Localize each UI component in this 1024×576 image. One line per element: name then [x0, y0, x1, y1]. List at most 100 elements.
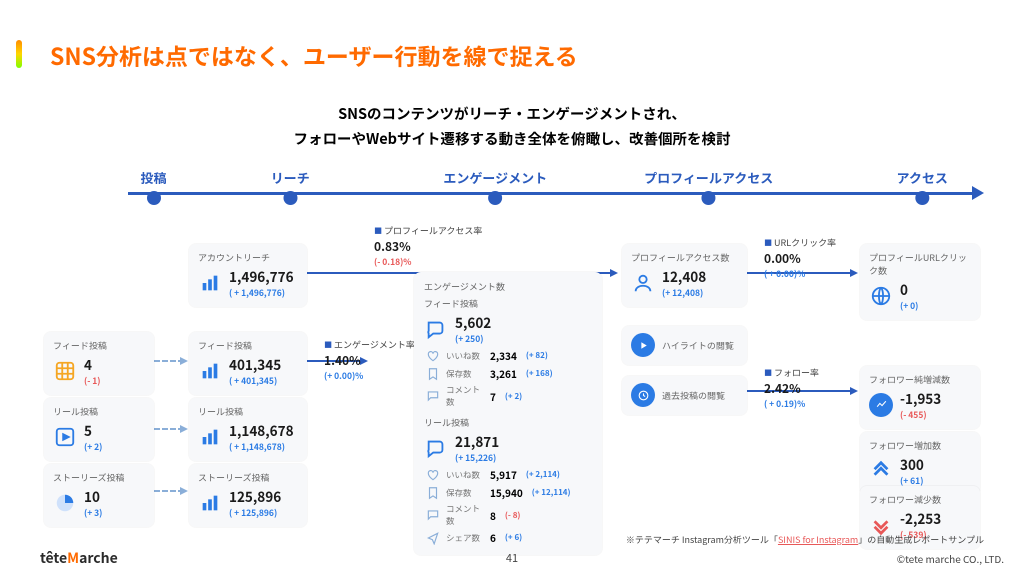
delta: (- 1) [84, 375, 101, 387]
delta: (+ 3) [84, 507, 102, 519]
bar-chart-icon [198, 425, 222, 449]
timeline-dot-icon [702, 191, 716, 205]
trend-icon [869, 393, 893, 417]
timeline-label-access: アクセス [897, 168, 948, 187]
card-title: フォロワー減少数 [869, 493, 971, 506]
sub-value: 2,334 [490, 348, 517, 363]
card-url-click: プロフィールURLクリック数 0(+ 0) [860, 244, 980, 320]
sub-value: 5,917 [490, 467, 517, 482]
clock-circle-icon [631, 383, 655, 407]
rate-value: 1.40% [324, 352, 415, 369]
value: 125,896 [229, 486, 281, 506]
accent-bar [16, 40, 22, 68]
rate-value: 2.42% [764, 380, 819, 397]
heart-icon [426, 349, 440, 363]
value: 12,408 [662, 266, 706, 286]
delta: ( + 125,896) [229, 507, 281, 519]
sub-line-2: フォローやWebサイト遷移する動き全体を俯瞰し、改善個所を検討 [293, 128, 730, 149]
card-feed-post: フィード投稿 4(- 1) [44, 332, 154, 395]
delta: ( + 401,345) [229, 375, 281, 387]
share-icon [426, 531, 440, 545]
card-past-post-view: 過去投稿の閲覧 [622, 376, 747, 415]
subtitle: SNSのコンテンツがリーチ・エンゲージメントされ、 フォローやWebサイト遷移す… [0, 102, 1024, 151]
card-profile-access: プロフィールアクセス数 12,408(+ 12,408) [622, 244, 747, 307]
sub-label: シェア数 [446, 532, 484, 544]
note-2: 」の自動生成レポートサンプル [858, 533, 984, 546]
sub-label: 保存数 [446, 487, 484, 499]
delta: (+ 250) [455, 333, 491, 345]
timeline-label-post: 投稿 [141, 168, 167, 187]
pie-icon [53, 491, 77, 515]
sub-line-1: SNSのコンテンツがリーチ・エンゲージメントされ、 [338, 103, 686, 124]
delta: (+ 12,408) [662, 287, 706, 299]
play-circle-icon [631, 333, 655, 357]
timeline-label-profile: プロフィールアクセス [644, 168, 773, 187]
sub-delta: (+ 2,114) [526, 469, 560, 480]
value: -1,953 [900, 388, 941, 408]
card-title: アカウントリーチ [198, 251, 298, 264]
page-title: SNS分析は点ではなく、ユーザー行動を線で捉える [50, 38, 578, 72]
bookmark-icon [426, 486, 440, 500]
bar-chart-icon [198, 359, 222, 383]
rate-title: フォロー率 [764, 366, 819, 379]
rate-value: 0.00% [764, 250, 836, 267]
section-title: フィード投稿 [424, 297, 592, 310]
card-title: ハイライトの閲覧 [662, 339, 734, 352]
value: 5,602 [455, 312, 491, 332]
card-title: プロフィールアクセス数 [631, 251, 738, 264]
diagram-canvas: フィード投稿 4(- 1) リール投稿 5(+ 2) ストーリーズ投稿 10(+… [44, 210, 986, 540]
note-link[interactable]: SINIS for Instagram [778, 533, 858, 546]
value: 21,871 [455, 431, 499, 451]
sub-delta: (- 8) [505, 510, 521, 521]
value: 401,345 [229, 354, 281, 374]
card-engagement: エンゲージメント数 フィード投稿 5,602(+ 250) いいね数 2,334 (… [414, 272, 602, 555]
sub-delta: (+ 12,114) [532, 487, 571, 498]
timeline-dot-icon [488, 191, 502, 205]
card-highlight-view: ハイライトの閲覧 [622, 326, 747, 365]
value: 1,496,776 [229, 266, 294, 286]
timeline-label-engagement: エンゲージメント [443, 168, 547, 187]
rate-value: 0.83% [374, 238, 482, 255]
chat-icon [426, 389, 440, 403]
delta: (- 455) [900, 409, 941, 421]
rate-delta: (- 0.18)% [374, 256, 482, 268]
comment-icon [424, 317, 448, 341]
sub-value: 7 [490, 389, 496, 404]
rate-title: プロフィールアクセス率 [374, 224, 482, 237]
globe-icon [869, 284, 893, 308]
sub-label: 保存数 [446, 368, 484, 380]
value: -2,253 [900, 508, 941, 528]
card-title: フォロワー増加数 [869, 439, 971, 452]
arrow-icon [154, 428, 184, 430]
rate-delta: ( + 0.00)% [764, 268, 836, 280]
card-title: リール投稿 [53, 405, 145, 418]
timeline-arrow-icon [972, 186, 984, 200]
value: 300 [900, 454, 924, 474]
timeline-dot-icon [915, 191, 929, 205]
timeline-dot-icon [283, 191, 297, 205]
card-story-reach: ストーリーズ投稿 125,896( + 125,896) [189, 464, 307, 527]
chevron-up-icon [869, 459, 893, 483]
page-number: 41 [506, 550, 518, 566]
logo: têteMarche [40, 548, 118, 568]
sub-label: コメント数 [446, 503, 484, 527]
card-title: 過去投稿の閲覧 [662, 389, 725, 402]
arrow-icon [154, 490, 184, 492]
section-title: リール投稿 [424, 416, 592, 429]
sub-value: 6 [490, 530, 496, 545]
logo-2: arche [79, 548, 118, 568]
sub-delta: (+ 82) [526, 350, 548, 361]
rate-title: URLクリック率 [764, 236, 836, 249]
sub-delta: (+ 168) [526, 368, 553, 379]
card-title: リール投稿 [198, 405, 298, 418]
chat-icon [426, 508, 440, 522]
timeline-line [128, 192, 976, 195]
bookmark-icon [426, 367, 440, 381]
sub-value: 3,261 [490, 366, 517, 381]
sub-label: いいね数 [446, 350, 484, 362]
card-title: エンゲージメント数 [424, 280, 592, 293]
card-title: フィード投稿 [53, 339, 145, 352]
logo-m: M [67, 548, 79, 568]
rate-delta: ( + 0.19)% [764, 398, 819, 410]
rate-profile-access: プロフィールアクセス率0.83%(- 0.18)% [374, 224, 482, 268]
